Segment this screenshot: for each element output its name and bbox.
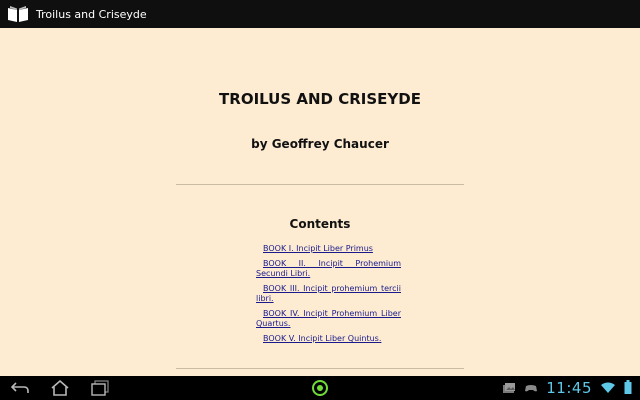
clock: 11:45 — [546, 379, 592, 397]
book-title: TROILUS AND CRISEYDE — [219, 90, 421, 108]
toc-link-book-1[interactable]: BOOK I. Incipit Liber Primus — [263, 244, 373, 253]
game-controller-icon — [524, 379, 538, 398]
recent-apps-icon[interactable] — [89, 378, 111, 398]
toc-item-book-5: BOOK V. Incipit Liber Quintus. — [256, 334, 401, 344]
divider-bottom — [176, 368, 464, 369]
toc-item-book-1: BOOK I. Incipit Liber Primus — [256, 244, 401, 254]
back-icon[interactable] — [9, 378, 31, 398]
open-book-icon[interactable] — [6, 4, 30, 24]
toc-item-book-3: BOOK III. Incipit prohemium tercii libri… — [256, 284, 401, 304]
toc-item-book-4: BOOK IV. Incipit Prohemium Liber Quartus… — [256, 309, 401, 329]
contents-heading: Contents — [289, 217, 351, 231]
book-content: TROILUS AND CRISEYDE by Geoffrey Chaucer… — [0, 28, 640, 376]
photo-notification-icon — [502, 379, 516, 398]
book-author: by Geoffrey Chaucer — [251, 137, 389, 151]
table-of-contents: BOOK I. Incipit Liber Primus BOOK II. In… — [256, 244, 401, 349]
battery-icon — [624, 379, 632, 398]
divider-top — [176, 184, 464, 185]
toc-link-book-5[interactable]: BOOK V. Incipit Liber Quintus. — [263, 334, 381, 343]
wifi-icon — [600, 379, 616, 398]
toc-item-book-2: BOOK II. Incipit Prohemium Secundi Libri… — [256, 259, 401, 279]
action-bar: Troilus and Criseyde — [0, 0, 640, 28]
toc-link-book-3[interactable]: BOOK III. Incipit prohemium tercii libri… — [256, 284, 401, 303]
app-title: Troilus and Criseyde — [36, 7, 147, 21]
app-indicator-icon[interactable] — [309, 378, 331, 398]
status-area[interactable]: 11:45 — [502, 376, 632, 400]
toc-link-book-2[interactable]: BOOK II. Incipit Prohemium Secundi Libri… — [256, 259, 401, 278]
home-icon[interactable] — [49, 378, 71, 398]
system-nav-bar: 11:45 — [0, 376, 640, 400]
toc-link-book-4[interactable]: BOOK IV. Incipit Prohemium Liber Quartus… — [256, 309, 401, 328]
screen: Troilus and Criseyde TROILUS AND CRISEYD… — [0, 0, 640, 400]
